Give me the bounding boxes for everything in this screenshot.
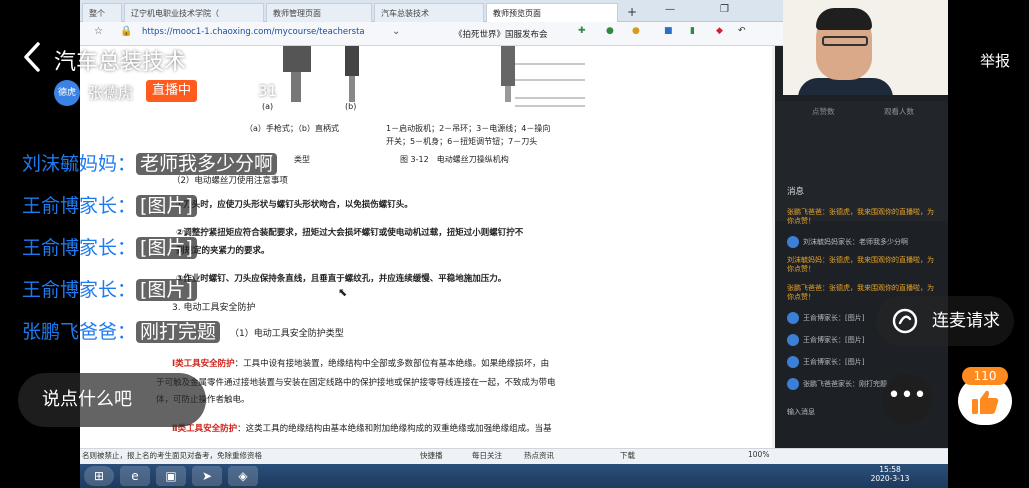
live-badge: 直播中 (146, 80, 198, 102)
extension-icon[interactable]: ● (632, 26, 640, 36)
url-field[interactable]: https://mooc1-1.chaoxing.com/mycourse/te… (142, 27, 365, 37)
toolbar-link[interactable]: 《拍死世界》国服发布会 (454, 28, 548, 40)
chat-message: 刘沫毓妈妈： 老师我多少分啊 (22, 148, 278, 184)
figure-label: (b) (345, 102, 357, 111)
new-tab-icon[interactable]: + (627, 5, 637, 19)
red-paragraph: ②调整拧紧扭矩应符合装配要求，扭矩过大会损坏螺钉或使电动机过载，扭矩过小则螺钉拧… (176, 228, 524, 238)
teacher-glasses (822, 36, 868, 46)
user-icon (787, 356, 799, 368)
like-count-badge: 110 (962, 367, 1008, 385)
lock-icon: 🔒 (120, 26, 133, 37)
extension-icon[interactable]: ■ (664, 26, 673, 36)
system-clock: 15:58 2020-3-13 (870, 465, 910, 483)
viewer-count: 31 (258, 82, 278, 100)
chat-message: 王俞博家长： [图片] (22, 232, 197, 268)
back-arrow-icon[interactable] (20, 40, 44, 74)
class1-heading: Ⅰ类工具安全防护 (172, 359, 235, 369)
mic-connect-button[interactable]: 连麦请求 (876, 296, 1014, 346)
panel-message: 王俞博家长：[图片] (787, 356, 937, 368)
taskbar-app-icon[interactable]: e (120, 466, 150, 486)
status-text: 名则被禁止，报上名的考生面见对备考，免除重修资格 (82, 451, 262, 460)
report-button[interactable]: 举报 (980, 50, 1010, 71)
page-title: 汽车总装技术 (54, 50, 187, 75)
user-icon (787, 334, 799, 346)
host-name: 张德虎 (88, 84, 134, 102)
viewer-stat-label: 观看人数 (884, 107, 914, 116)
chat-text: [图片] (136, 279, 197, 301)
browser-tab-active[interactable]: 教师预览页面 (486, 3, 618, 22)
browser-tab[interactable]: 整个 (82, 3, 122, 22)
teacher-camera (783, 0, 948, 95)
chat-text: [图片] (136, 195, 197, 217)
status-item[interactable]: 每日关注 (472, 450, 502, 461)
chat-sender: 张鹏飞爸爸： (22, 321, 137, 343)
chat-sender: 王俞博家长： (22, 237, 137, 259)
chat-message: 张鹏飞爸爸： 刚打完题 (22, 316, 221, 352)
teacher-hair (816, 8, 872, 30)
figure-caption-tail: 类型 (294, 155, 310, 164)
taskbar-app-icon[interactable]: ➤ (192, 466, 222, 486)
figure-caption: 开关；5－机身；6－扭矩调节钮；7－刀头 (386, 137, 538, 146)
teacher-shirt (798, 78, 893, 95)
chat-sender: 刘沫毓妈妈： (22, 153, 137, 175)
chat-sender: 王俞博家长： (22, 195, 137, 217)
user-icon (787, 378, 799, 390)
zoom-level[interactable]: 100% (748, 450, 769, 459)
browser-tab[interactable]: 汽车总装技术 (374, 3, 484, 22)
chat-text: 老师我多少分啊 (136, 153, 278, 175)
red-paragraph: ③作业时螺钉、刀头应保持条直线，且垂直于螺纹孔，并应连续缓慢、平稳地施加压力。 (176, 274, 507, 284)
status-item[interactable]: 快捷播 (420, 450, 443, 461)
panel-message: 刘沫毓妈妈：张德虎，我来围观你的直播啦，为你点赞！ (787, 256, 934, 273)
restore-icon[interactable]: ❐ (720, 4, 729, 15)
mouse-cursor-icon: ⬉ (338, 286, 348, 299)
extension-icon[interactable]: ✚ (578, 26, 586, 36)
screwdriver-figure (283, 46, 585, 107)
chat-text: 刚打完题 (136, 321, 221, 343)
comment-input[interactable]: 说点什么吧 (18, 373, 206, 427)
browser-tab[interactable]: 辽宁机电职业技术学院（ (124, 3, 264, 22)
user-icon (787, 236, 799, 248)
chat-text: [图片] (136, 237, 197, 259)
figure-caption: 1－启动扳机；2－吊环；3－电源线；4－操向 (386, 124, 551, 133)
mic-connect-label: 连麦请求 (932, 311, 1000, 331)
live-stream-screen: 整个 辽宁机电职业技术学院（ 教师管理页面 汽车总装技术 教师预览页面 + — … (0, 0, 1029, 488)
class1-text: ：工具中设有接地装置，绝缘结构中全部或多数部位有基本绝缘。如果绝缘损坏，由 (234, 359, 550, 369)
user-icon (787, 312, 799, 324)
mic-link-icon (892, 308, 918, 334)
star-icon[interactable]: ☆ (94, 26, 103, 37)
extension-icon[interactable]: ● (606, 26, 614, 36)
panel-message: 张鹏飞爸爸：张德虎，我来围观你的直播啦，为你点赞！ (787, 208, 934, 225)
red-paragraph: ①刀头时，应使刀头形状与螺钉头形状吻合，以免损伤螺钉头。 (176, 200, 413, 210)
status-item[interactable]: 热点资讯 (524, 450, 554, 461)
class1-text: 于可触及金属零件通过接地装置与安装在固定线路中的保护接地或保护接零导线连接在一起… (156, 378, 556, 388)
minimize-icon[interactable]: — (665, 4, 675, 15)
status-item[interactable]: 下载 (620, 450, 635, 461)
taskbar-app-icon[interactable]: ▣ (156, 466, 186, 486)
figure-caption: （a）手枪式；（b）直柄式 (245, 124, 339, 133)
chat-message: 王俞博家长： [图片] (22, 274, 197, 310)
undo-icon[interactable]: ↶ (738, 26, 746, 36)
start-button-icon[interactable]: ⊞ (84, 466, 114, 486)
messages-title: 消息 (787, 187, 805, 197)
thumbs-up-icon (972, 390, 999, 414)
figure-title: 图 3-12 电动螺丝刀操纵机构 (400, 155, 509, 164)
person-icon (233, 80, 249, 98)
chevron-down-icon[interactable]: ⌄ (392, 26, 400, 37)
more-options-button[interactable]: ••• (882, 374, 932, 424)
panel-message: 刘沫毓妈妈家长：老师我多少分啊 (787, 236, 937, 248)
host-avatar[interactable]: 德虎 (54, 80, 80, 106)
stats-card (775, 101, 948, 221)
taskbar-app-icon[interactable]: ◈ (228, 466, 258, 486)
extension-icon[interactable]: ▮ (690, 26, 695, 36)
chat-sender: 王俞博家长： (22, 279, 137, 301)
browser-tab[interactable]: 教师管理页面 (266, 3, 372, 22)
figure-label: (a) (262, 102, 274, 111)
chat-message: 王俞博家长： [图片] (22, 190, 197, 226)
extension-icon[interactable]: ◆ (716, 26, 723, 36)
subsection-heading: （1）电动工具安全防护类型 (230, 329, 344, 339)
like-stat-label: 点赞数 (812, 107, 835, 116)
class2-text: ：这类工具的绝缘结构由基本绝缘和附加绝缘构成的双重绝缘或加强绝缘组成。当基 (237, 424, 552, 434)
